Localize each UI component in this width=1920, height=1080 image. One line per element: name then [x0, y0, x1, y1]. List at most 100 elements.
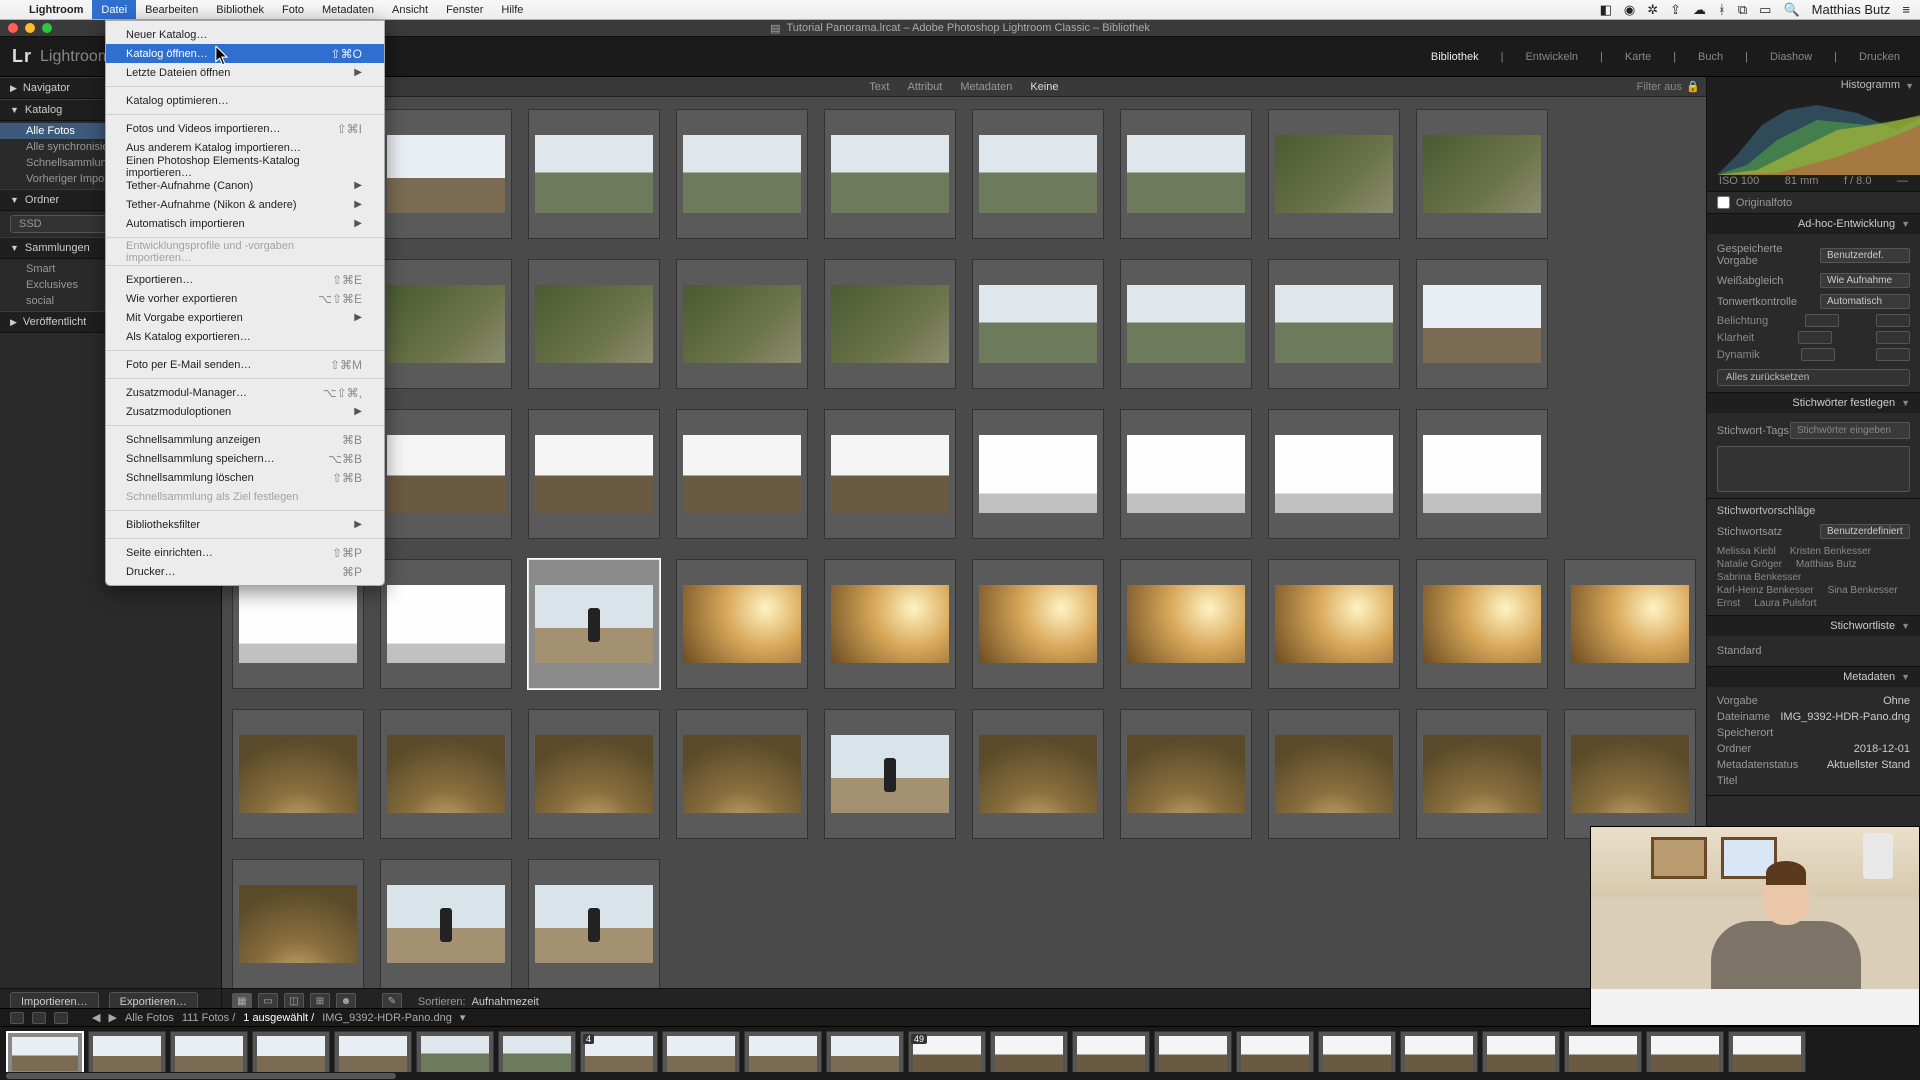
thumbnail-cell[interactable]: [528, 109, 660, 239]
menu-hilfe[interactable]: Hilfe: [492, 0, 532, 19]
thumbnail-cell[interactable]: [528, 559, 660, 689]
thumbnail-cell[interactable]: [528, 709, 660, 839]
keyword-suggestion[interactable]: Natalie Gröger: [1717, 559, 1782, 570]
menu-bibliothek[interactable]: Bibliothek: [207, 0, 273, 19]
thumbnail-cell[interactable]: [676, 109, 808, 239]
filmstrip-thumbnail[interactable]: [252, 1031, 330, 1077]
thumbnail-cell[interactable]: [1564, 709, 1696, 839]
meta-value[interactable]: IMG_9392-HDR-Pano.dng: [1780, 711, 1910, 723]
filter-tab-text[interactable]: Text: [869, 81, 889, 93]
minimize-window-icon[interactable]: [25, 23, 35, 33]
bluetooth-icon[interactable]: ᚼ: [1718, 2, 1726, 17]
filmstrip-scrollbar[interactable]: [0, 1072, 1920, 1080]
menu-item[interactable]: Wie vorher exportieren⌥⇧⌘E: [106, 289, 384, 308]
notification-icon[interactable]: ≡: [1902, 2, 1910, 17]
thumbnail-cell[interactable]: [1120, 409, 1252, 539]
keyword-area[interactable]: [1717, 446, 1910, 492]
zoom-window-icon[interactable]: [42, 23, 52, 33]
thumbnail-cell[interactable]: [1120, 109, 1252, 239]
keyword-suggestion[interactable]: Karl-Heinz Benkesser: [1717, 585, 1814, 596]
filmstrip-thumbnail[interactable]: [1236, 1031, 1314, 1077]
clarity-stepper[interactable]: [1876, 331, 1910, 344]
menu-item[interactable]: Tether-Aufnahme (Canon)▶: [106, 176, 384, 195]
second-window-icon[interactable]: [10, 1012, 24, 1024]
keyword-suggestion[interactable]: Melissa Kiebl: [1717, 546, 1776, 557]
source-label[interactable]: Alle Fotos: [125, 1012, 174, 1024]
keyword-suggestion[interactable]: Ernst: [1717, 598, 1740, 609]
thumbnail-cell[interactable]: [972, 259, 1104, 389]
filmstrip-thumbnail[interactable]: [498, 1031, 576, 1077]
thumbnail-cell[interactable]: [380, 859, 512, 988]
thumbnail-cell[interactable]: [676, 709, 808, 839]
thumbnail-cell[interactable]: [824, 259, 956, 389]
filter-preset[interactable]: Filter aus: [1637, 81, 1682, 93]
keyword-input[interactable]: Stichwörter eingeben: [1790, 422, 1910, 439]
filter-tab-attribute[interactable]: Attribut: [907, 81, 942, 93]
menu-item[interactable]: Foto per E-Mail senden…⇧⌘M: [106, 355, 384, 374]
filmstrip-thumbnail[interactable]: [1728, 1031, 1806, 1077]
filmstrip-thumbnail[interactable]: [1646, 1031, 1724, 1077]
wb-select[interactable]: Wie Aufnahme: [1820, 273, 1910, 288]
status-icon[interactable]: ◉: [1624, 2, 1635, 18]
battery-icon[interactable]: ▭: [1759, 2, 1771, 18]
filmstrip-thumbnail[interactable]: [826, 1031, 904, 1077]
vibrance-stepper[interactable]: [1801, 348, 1835, 361]
filmstrip-thumbnail[interactable]: 49: [908, 1031, 986, 1077]
keyword-suggestion[interactable]: Sabrina Benkesser: [1717, 572, 1802, 583]
panel-collapse-icon[interactable]: ▼: [1905, 81, 1914, 91]
menu-item[interactable]: Drucker…⌘P: [106, 562, 384, 581]
nav-fwd-icon[interactable]: ▶: [108, 1011, 116, 1024]
menu-item[interactable]: Katalog öffnen…⇧⌘O: [106, 44, 384, 63]
filmstrip-thumbnail[interactable]: [662, 1031, 740, 1077]
original-photo-checkbox[interactable]: Originalfoto: [1707, 192, 1920, 214]
thumbnail-cell[interactable]: [1120, 259, 1252, 389]
grid-icon[interactable]: [54, 1012, 68, 1024]
module-bibliothek[interactable]: Bibliothek: [1431, 51, 1479, 63]
thumbnail-cell[interactable]: [1268, 709, 1400, 839]
menu-item[interactable]: Tether-Aufnahme (Nikon & andere)▶: [106, 195, 384, 214]
preset-select[interactable]: Benutzerdef.: [1820, 248, 1910, 263]
status-icon[interactable]: ⇪: [1670, 2, 1681, 18]
menu-bearbeiten[interactable]: Bearbeiten: [136, 0, 207, 19]
filmstrip-thumbnail[interactable]: [744, 1031, 822, 1077]
thumbnail-cell[interactable]: [1268, 109, 1400, 239]
thumbnail-cell[interactable]: [380, 709, 512, 839]
menu-ansicht[interactable]: Ansicht: [383, 0, 437, 19]
thumbnail-cell[interactable]: [1564, 559, 1696, 689]
close-window-icon[interactable]: [8, 23, 18, 33]
exposure-stepper[interactable]: [1805, 314, 1839, 327]
thumbnail-cell[interactable]: [1120, 709, 1252, 839]
thumbnail-cell[interactable]: [1416, 709, 1548, 839]
thumbnail-cell[interactable]: [1268, 409, 1400, 539]
menu-item[interactable]: Zusatzmodul-Manager…⌥⇧⌘,: [106, 383, 384, 402]
filter-tab-none[interactable]: Keine: [1030, 81, 1058, 93]
histogram-panel[interactable]: Histogramm ▼ ISO 100 81 mm f / 8.0 —: [1707, 77, 1920, 192]
clarity-stepper[interactable]: [1798, 331, 1832, 344]
thumbnail-cell[interactable]: [232, 859, 364, 988]
filmstrip-thumbnail[interactable]: [6, 1031, 84, 1077]
menu-datei[interactable]: Datei: [92, 0, 136, 19]
menu-metadaten[interactable]: Metadaten: [313, 0, 383, 19]
filmstrip-thumbnail[interactable]: [1482, 1031, 1560, 1077]
menu-item[interactable]: Schnellsammlung löschen⇧⌘B: [106, 468, 384, 487]
module-entwickeln[interactable]: Entwickeln: [1525, 51, 1578, 63]
thumbnail-cell[interactable]: [1416, 559, 1548, 689]
meta-value[interactable]: Aktuellster Stand: [1827, 759, 1910, 771]
status-icon[interactable]: ◧: [1600, 2, 1612, 18]
thumbnail-cell[interactable]: [824, 409, 956, 539]
module-diashow[interactable]: Diashow: [1770, 51, 1812, 63]
menu-fenster[interactable]: Fenster: [437, 0, 492, 19]
thumbnail-cell[interactable]: [528, 409, 660, 539]
kw-set-select[interactable]: Benutzerdefiniert: [1820, 524, 1910, 539]
thumbnail-grid[interactable]: [222, 97, 1706, 988]
quick-develop-header[interactable]: Ad-hoc-Entwicklung▼: [1707, 214, 1920, 234]
thumbnail-cell[interactable]: [972, 109, 1104, 239]
thumbnail-cell[interactable]: [676, 409, 808, 539]
keyword-suggestion[interactable]: Laura Pulsfort: [1754, 598, 1816, 609]
grid-icon[interactable]: [32, 1012, 46, 1024]
thumbnail-cell[interactable]: [824, 109, 956, 239]
filmstrip-thumbnail[interactable]: [1400, 1031, 1478, 1077]
thumbnail-cell[interactable]: [972, 409, 1104, 539]
menu-item[interactable]: Neuer Katalog…: [106, 25, 384, 44]
menu-item[interactable]: Automatisch importieren▶: [106, 214, 384, 233]
